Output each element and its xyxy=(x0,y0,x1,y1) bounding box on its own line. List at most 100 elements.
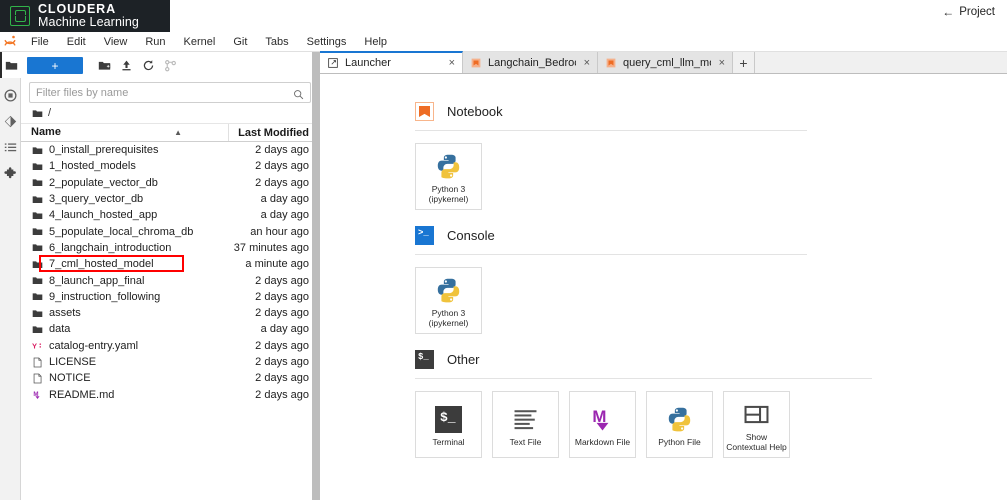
project-back-link[interactable]: ← Project xyxy=(942,6,995,18)
launcher-card-notebook-python3[interactable]: Python 3 (ipykernel) xyxy=(415,143,482,210)
rail-item-git[interactable] xyxy=(0,108,21,134)
file-row-5_populate_local_chroma_db[interactable]: 5_populate_local_chroma_db an hour ago xyxy=(21,223,319,239)
tab-label: Langchain_Bedrock_Chrom xyxy=(488,56,576,69)
file-modified: a day ago xyxy=(260,323,309,336)
tab-close-icon[interactable]: × xyxy=(449,57,455,69)
section-divider xyxy=(415,378,872,379)
section-divider xyxy=(415,130,807,131)
file-row-8_launch_app_final[interactable]: 8_launch_app_final 2 days ago xyxy=(21,272,319,288)
card-label-line1: Python 3 xyxy=(431,184,466,195)
rail-item-extension-manager[interactable] xyxy=(0,160,21,186)
menu-item-view[interactable]: View xyxy=(95,36,137,48)
launcher-card-console-python3[interactable]: Python 3 (ipykernel) xyxy=(415,267,482,334)
tab-close-icon[interactable]: × xyxy=(584,57,590,69)
python-icon xyxy=(666,403,693,435)
menu-item-help[interactable]: Help xyxy=(355,36,396,48)
file-row-notice[interactable]: NOTICE 2 days ago xyxy=(21,370,319,386)
file-row-assets[interactable]: assets 2 days ago xyxy=(21,305,319,321)
launcher-card-terminal[interactable]: $_ Terminal xyxy=(415,391,482,458)
file-modified: 2 days ago xyxy=(255,160,309,173)
filter-files-input[interactable] xyxy=(36,86,304,99)
card-label: Terminal xyxy=(432,437,465,448)
menu-item-git[interactable]: Git xyxy=(224,36,256,48)
file-row-3_query_vector_db[interactable]: 3_query_vector_db a day ago xyxy=(21,191,319,207)
menu-bar: File Edit View Run Kernel Git Tabs Setti… xyxy=(0,32,1007,52)
folder-icon xyxy=(31,107,43,119)
folder-icon xyxy=(31,177,43,189)
file-modified: 2 days ago xyxy=(255,339,309,352)
file-name: 3_query_vector_db xyxy=(49,193,144,206)
top-brand-bar: CLOUDERA Machine Learning ← Project xyxy=(0,0,1007,32)
menu-item-file[interactable]: File xyxy=(22,36,58,48)
file-modified: 2 days ago xyxy=(255,290,309,303)
new-folder-button[interactable] xyxy=(93,57,115,75)
file-name: NOTICE xyxy=(49,372,91,385)
section-title: Console xyxy=(447,228,495,243)
column-header-last-modified[interactable]: Last Modified xyxy=(229,127,319,139)
scrollbar-thumb[interactable] xyxy=(312,52,319,500)
launcher-card-show-contextual-help[interactable]: Show Contextual Help xyxy=(723,391,790,458)
new-launcher-button[interactable]: + xyxy=(27,57,83,74)
launcher-panel: Notebook Python 3 (ipykernel) >_ Console… xyxy=(320,74,1007,500)
folder-icon xyxy=(31,307,43,319)
rail-item-running-terminals[interactable] xyxy=(0,82,21,108)
menu-item-tabs[interactable]: Tabs xyxy=(256,36,297,48)
file-row-1_hosted_models[interactable]: 1_hosted_models 2 days ago xyxy=(21,158,319,174)
file-name: catalog-entry.yaml xyxy=(49,339,139,352)
folder-icon xyxy=(31,209,43,221)
file-name: 1_hosted_models xyxy=(49,160,136,173)
tab-bar: Launcher × Langchain_Bedrock_Chrom × xyxy=(320,51,1007,74)
file-name: 9_instruction_following xyxy=(49,290,161,303)
running-terminals-icon xyxy=(3,88,17,102)
file-modified: 2 days ago xyxy=(255,388,309,401)
folder-icon xyxy=(31,160,43,172)
brand-title-line2: Machine Learning xyxy=(38,15,139,29)
file-name: README.md xyxy=(49,388,115,401)
menu-item-run[interactable]: Run xyxy=(136,36,174,48)
contextual-help-icon xyxy=(743,398,770,430)
file-row-9_instruction_following[interactable]: 9_instruction_following 2 days ago xyxy=(21,289,319,305)
file-row-readme-md[interactable]: M README.md 2 days ago xyxy=(21,386,319,402)
shell-prompt-glyph: $_ xyxy=(418,352,429,362)
column-header-name[interactable]: Name ▲ xyxy=(21,124,229,141)
file-name: 4_launch_hosted_app xyxy=(49,209,158,222)
file-row-0_install_prerequisites[interactable]: 0_install_prerequisites 2 days ago xyxy=(21,142,319,158)
rail-item-file-browser[interactable] xyxy=(0,52,21,78)
file-row-7_cml_hosted_model[interactable]: 7_cml_hosted_model a minute ago xyxy=(21,255,319,273)
launcher-card-text-file[interactable]: Text File xyxy=(492,391,559,458)
menu-item-settings[interactable]: Settings xyxy=(298,36,356,48)
text-file-icon xyxy=(31,372,43,384)
breadcrumb[interactable]: / xyxy=(21,103,319,121)
rail-item-table-of-contents[interactable] xyxy=(0,134,21,160)
tab-launcher[interactable]: Launcher × xyxy=(320,51,463,73)
launcher-card-markdown-file[interactable]: M Markdown File xyxy=(569,391,636,458)
other-section-icon: $_ xyxy=(415,350,434,369)
filter-files-box[interactable] xyxy=(29,82,311,103)
new-tab-button[interactable]: + xyxy=(733,52,755,73)
file-name: 6_langchain_introduction xyxy=(49,241,172,254)
refresh-button[interactable] xyxy=(137,57,159,75)
notebook-icon xyxy=(470,57,482,69)
file-browser-toolbar: + xyxy=(21,52,319,76)
launcher-section-other: $_ Other $_ Terminal Text File M Markdow… xyxy=(415,350,1007,458)
tab-langchain-bedrock-chroma[interactable]: Langchain_Bedrock_Chrom × xyxy=(463,52,598,73)
launcher-card-python-file[interactable]: Python File xyxy=(646,391,713,458)
file-row-data[interactable]: data a day ago xyxy=(21,321,319,337)
tab-query-cml-llm-model-api[interactable]: query_cml_llm_model_api. × xyxy=(598,52,733,73)
file-row-catalog-entry-yaml[interactable]: Y catalog-entry.yaml 2 days ago xyxy=(21,338,319,354)
card-label-line2: (ipykernel) xyxy=(428,318,469,328)
file-list: 0_install_prerequisites 2 days ago 1_hos… xyxy=(21,142,319,500)
file-row-2_populate_vector_db[interactable]: 2_populate_vector_db 2 days ago xyxy=(21,175,319,191)
menu-item-kernel[interactable]: Kernel xyxy=(175,36,225,48)
file-name: 2_populate_vector_db xyxy=(49,176,158,189)
upload-button[interactable] xyxy=(115,57,137,75)
main-dock-area: Launcher × Langchain_Bedrock_Chrom × xyxy=(320,51,1007,500)
file-row-4_launch_hosted_app[interactable]: 4_launch_hosted_app a day ago xyxy=(21,207,319,223)
file-browser-scrollbar[interactable] xyxy=(312,52,319,500)
git-clone-button[interactable] xyxy=(159,57,181,75)
file-row-6_langchain_introduction[interactable]: 6_langchain_introduction 37 minutes ago xyxy=(21,240,319,256)
menu-item-edit[interactable]: Edit xyxy=(58,36,95,48)
terminal-icon: $_ xyxy=(435,403,462,435)
tab-close-icon[interactable]: × xyxy=(719,57,725,69)
file-row-license[interactable]: LICENSE 2 days ago xyxy=(21,354,319,370)
